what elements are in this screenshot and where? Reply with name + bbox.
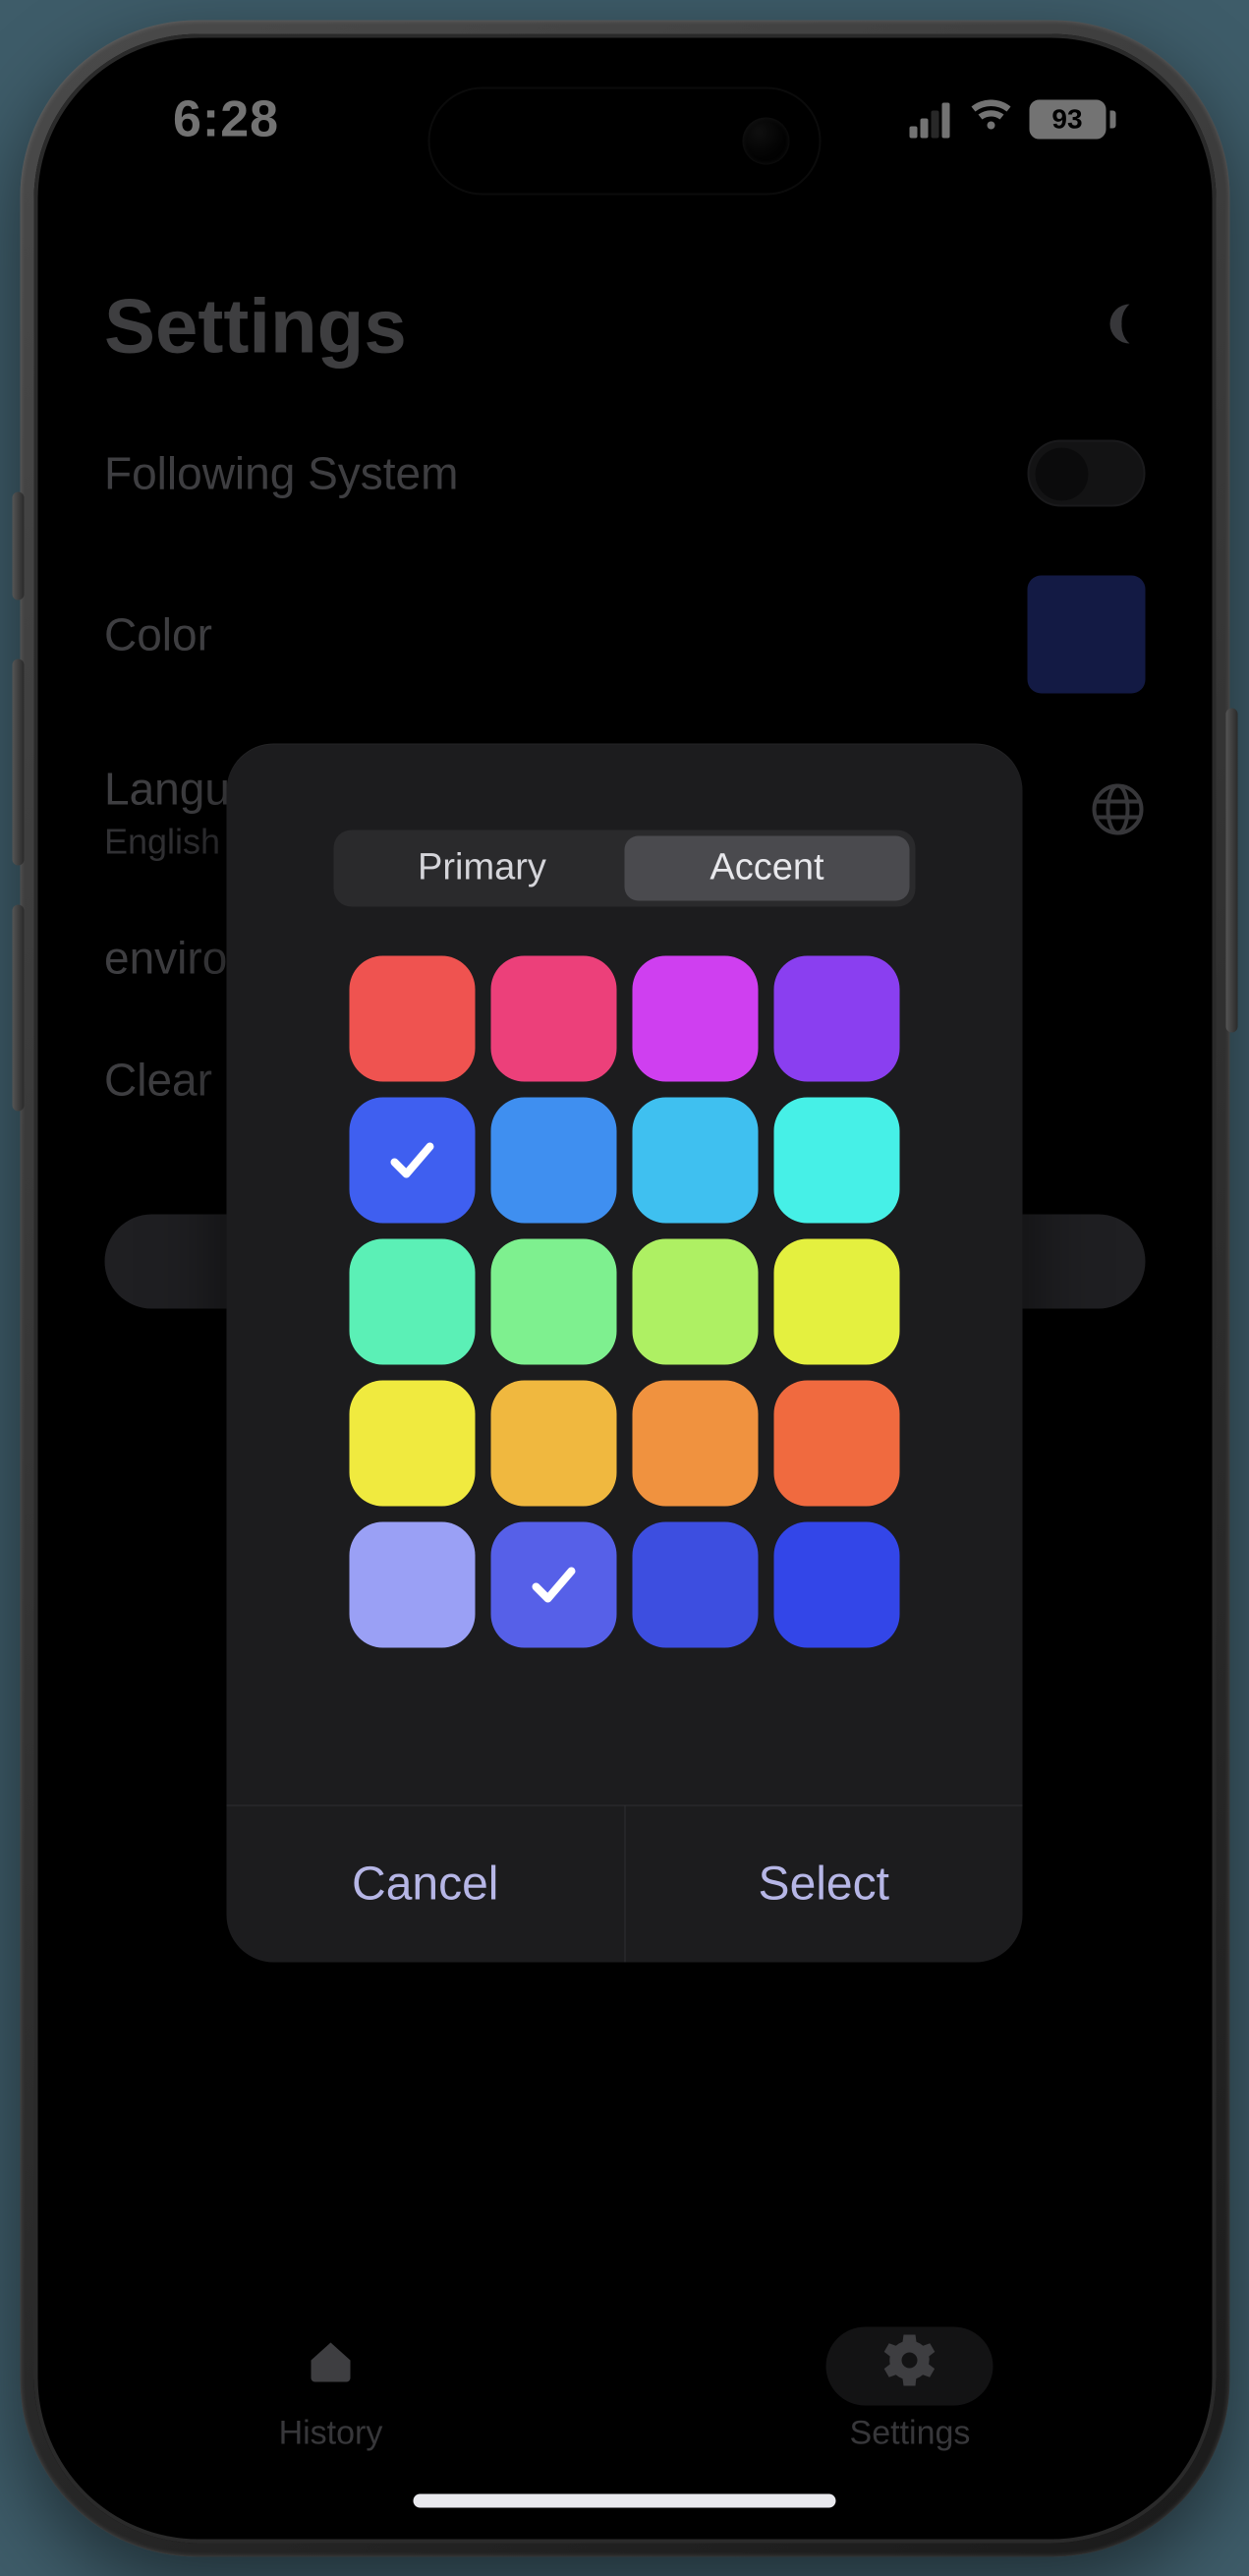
- color-swatch-2[interactable]: [633, 955, 759, 1081]
- color-swatch-15[interactable]: [774, 1380, 900, 1506]
- color-swatch-5[interactable]: [491, 1097, 617, 1223]
- color-mode-segmented: Primary Accent: [334, 830, 916, 906]
- color-grid: [350, 955, 900, 1647]
- color-picker-modal: Primary Accent Cancel Select: [227, 743, 1023, 1962]
- cancel-button[interactable]: Cancel: [227, 1805, 625, 1962]
- segment-primary[interactable]: Primary: [340, 835, 625, 900]
- color-swatch-8[interactable]: [350, 1238, 476, 1364]
- color-swatch-9[interactable]: [491, 1238, 617, 1364]
- color-swatch-13[interactable]: [491, 1380, 617, 1506]
- color-swatch-18[interactable]: [633, 1521, 759, 1647]
- color-swatch-7[interactable]: [774, 1097, 900, 1223]
- color-swatch-17[interactable]: [491, 1521, 617, 1647]
- color-swatch-6[interactable]: [633, 1097, 759, 1223]
- color-swatch-11[interactable]: [774, 1238, 900, 1364]
- color-swatch-1[interactable]: [491, 955, 617, 1081]
- color-swatch-4[interactable]: [350, 1097, 476, 1223]
- modal-actions: Cancel Select: [227, 1804, 1023, 1962]
- color-swatch-0[interactable]: [350, 955, 476, 1081]
- color-swatch-3[interactable]: [774, 955, 900, 1081]
- color-swatch-10[interactable]: [633, 1238, 759, 1364]
- select-button[interactable]: Select: [625, 1805, 1023, 1962]
- color-swatch-19[interactable]: [774, 1521, 900, 1647]
- color-swatch-12[interactable]: [350, 1380, 476, 1506]
- color-swatch-14[interactable]: [633, 1380, 759, 1506]
- color-swatch-16[interactable]: [350, 1521, 476, 1647]
- segment-accent[interactable]: Accent: [625, 835, 910, 900]
- home-indicator[interactable]: [414, 2493, 836, 2507]
